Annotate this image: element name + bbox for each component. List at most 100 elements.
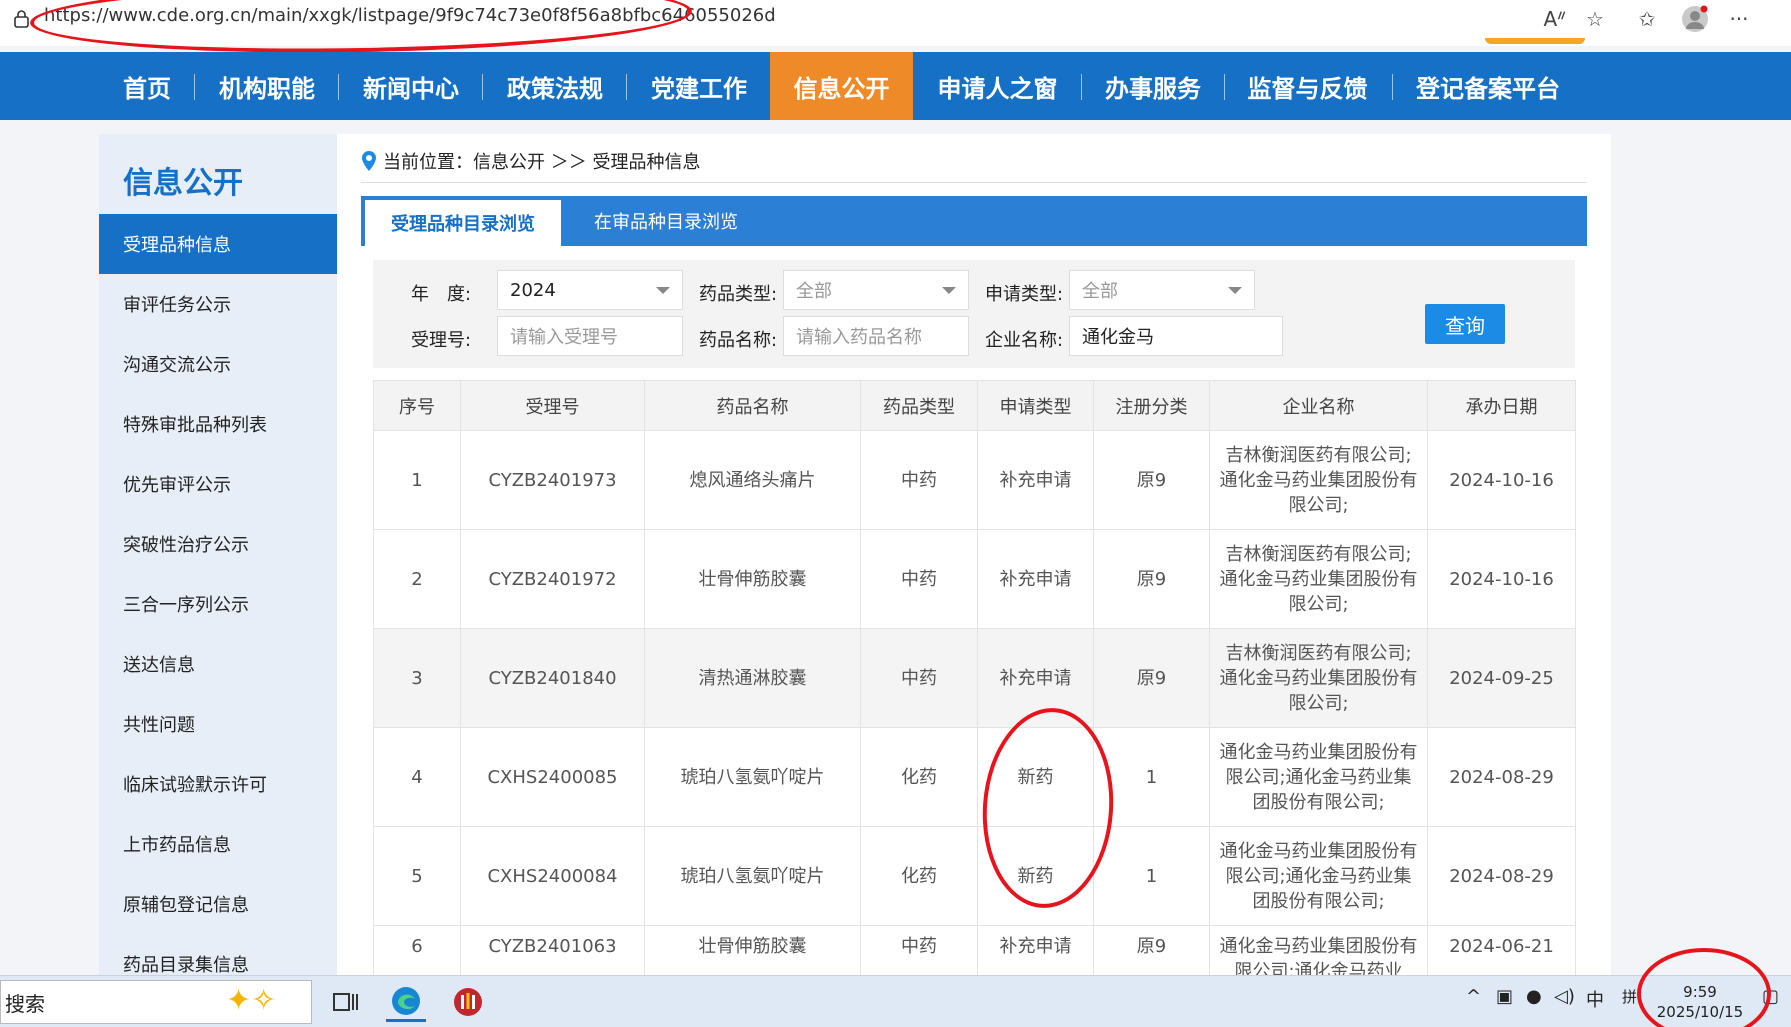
cell-reg-class: 原9	[1093, 430, 1210, 530]
nav-item-registration[interactable]: 登记备案平台	[1398, 52, 1578, 120]
nav-separator	[482, 74, 483, 100]
table-row: 4 CXHS2400085 琥珀八氢氨吖啶片 化药 新药 1 通化金马药业集团股…	[373, 727, 1576, 827]
nav-item-feedback[interactable]: 监督与反馈	[1230, 52, 1385, 120]
cell-date: 2024-10-16	[1427, 430, 1576, 530]
sidebar-item-delivery[interactable]: 送达信息	[99, 634, 337, 694]
tray-app-icon[interactable]: ▣	[1496, 986, 1513, 1007]
col-header-drug-name: 药品名称	[644, 380, 861, 431]
favorite-icon[interactable]: ☆	[1580, 4, 1610, 34]
volume-icon[interactable]: ◁)	[1554, 986, 1575, 1007]
sidebar-item-clinical-trial[interactable]: 临床试验默示许可	[99, 754, 337, 814]
search-button[interactable]: 查询	[1425, 304, 1505, 344]
cell-accept-no: CXHS2400084	[460, 826, 645, 926]
nav-item-party[interactable]: 党建工作	[634, 52, 764, 120]
main-nav: 首页 机构职能 新闻中心 政策法规 党建工作 信息公开 申请人之窗 办事服务 监…	[0, 52, 1791, 120]
cell-drug-type: 化药	[860, 727, 978, 827]
cell-drug-name: 琥珀八氢氨吖啶片	[644, 826, 861, 926]
sidebar-item-marketed-drugs[interactable]: 上市药品信息	[99, 814, 337, 874]
location-pin-icon	[362, 151, 376, 171]
sidebar-item-communication[interactable]: 沟通交流公示	[99, 334, 337, 394]
lock-icon	[14, 10, 29, 28]
tray-chevron-icon[interactable]: ^	[1466, 986, 1481, 1007]
nav-separator	[626, 74, 627, 100]
sidebar-item-excipients[interactable]: 原辅包登记信息	[99, 874, 337, 934]
drug-name-placeholder: 请输入药品名称	[796, 327, 922, 348]
col-header-accept-no: 受理号	[460, 380, 645, 431]
clock-annotation-circle	[1637, 948, 1771, 1027]
sidebar-item-common-issues[interactable]: 共性问题	[99, 694, 337, 754]
drug-type-select-value: 全部	[796, 281, 832, 302]
sidebar-item-special-approval[interactable]: 特殊审批品种列表	[99, 394, 337, 454]
app-icon[interactable]	[448, 982, 488, 1022]
cell-drug-type: 中药	[860, 628, 978, 728]
favorites-bar-icon[interactable]: ✩	[1632, 4, 1662, 34]
drug-type-select[interactable]: 全部	[783, 270, 969, 310]
col-header-index: 序号	[373, 380, 461, 431]
task-view-icon[interactable]	[326, 982, 366, 1022]
table-row: 2 CYZB2401972 壮骨伸筋胶囊 中药 补充申请 原9 吉林衡润医药有限…	[373, 529, 1576, 629]
catalog-tabs: 受理品种目录浏览 在审品种目录浏览	[361, 196, 1587, 246]
sidebar-title: 信息公开	[123, 166, 243, 201]
company-input-value: 通化金马	[1082, 327, 1154, 348]
tab-accepted-catalog[interactable]: 受理品种目录浏览	[365, 200, 561, 246]
sparkle-icon: ✦✧	[226, 983, 277, 1018]
year-select[interactable]: 2024	[497, 270, 683, 310]
content-panel: 当前位置：信息公开 ＞＞ 受理品种信息 受理品种目录浏览 在审品种目录浏览 年 …	[337, 134, 1611, 986]
cell-index: 4	[373, 727, 461, 827]
taskbar: 搜索 ✦✧ ^ ▣ ● ◁) 中 拼 9:59 2025/10/15 ▢	[0, 975, 1791, 1027]
sidebar-item-breakthrough[interactable]: 突破性治疗公示	[99, 514, 337, 574]
accept-no-placeholder: 请输入受理号	[510, 327, 618, 348]
cell-accept-no: CYZB2401973	[460, 430, 645, 530]
browser-toolbar: https://www.cde.org.cn/main/xxgk/listpag…	[0, 0, 1791, 58]
sidebar-item-three-in-one[interactable]: 三合一序列公示	[99, 574, 337, 634]
col-header-company: 企业名称	[1209, 380, 1428, 431]
nav-separator	[1392, 74, 1393, 100]
nav-item-news[interactable]: 新闻中心	[346, 52, 476, 120]
col-header-date: 承办日期	[1427, 380, 1576, 431]
nav-item-home[interactable]: 首页	[108, 52, 186, 120]
cell-accept-no: CYZB2401840	[460, 628, 645, 728]
accept-no-input[interactable]: 请输入受理号	[497, 316, 683, 356]
taskbar-search[interactable]: 搜索 ✦✧	[0, 980, 312, 1024]
breadcrumb-text: 当前位置：信息公开 ＞＞ 受理品种信息	[383, 152, 701, 173]
cell-drug-type: 中药	[860, 529, 978, 629]
nav-item-service[interactable]: 办事服务	[1088, 52, 1218, 120]
ime-mode-indicator[interactable]: 拼	[1622, 986, 1637, 1007]
cell-apply-type: 补充申请	[977, 430, 1094, 530]
table-row: 5 CXHS2400084 琥珀八氢氨吖啶片 化药 新药 1 通化金马药业集团股…	[373, 826, 1576, 926]
year-select-value: 2024	[510, 279, 556, 301]
sidebar-item-review-tasks[interactable]: 审评任务公示	[99, 274, 337, 334]
cell-index: 5	[373, 826, 461, 926]
cell-index: 1	[373, 430, 461, 530]
profile-icon[interactable]	[1680, 4, 1710, 34]
page-tab-indicator	[1485, 38, 1585, 44]
drug-name-input[interactable]: 请输入药品名称	[783, 316, 969, 356]
nav-item-applicant[interactable]: 申请人之窗	[920, 52, 1075, 120]
cell-drug-name: 清热通淋胶囊	[644, 628, 861, 728]
cell-reg-class: 1	[1093, 826, 1210, 926]
sidebar-item-priority[interactable]: 优先审评公示	[99, 454, 337, 514]
read-aloud-icon[interactable]: Aᐥ	[1540, 4, 1570, 34]
cell-date: 2024-10-16	[1427, 529, 1576, 629]
cell-drug-type: 化药	[860, 826, 978, 926]
tray-penguin-icon[interactable]: ●	[1526, 986, 1542, 1007]
company-label: 企业名称:	[985, 330, 1064, 351]
company-input[interactable]: 通化金马	[1069, 316, 1283, 356]
cell-drug-name: 琥珀八氢氨吖啶片	[644, 727, 861, 827]
sidebar-item-accepted[interactable]: 受理品种信息	[99, 214, 337, 274]
cell-index: 3	[373, 628, 461, 728]
more-icon[interactable]: ···	[1724, 4, 1754, 34]
cell-reg-class: 原9	[1093, 628, 1210, 728]
nav-item-policy[interactable]: 政策法规	[490, 52, 620, 120]
apply-type-select[interactable]: 全部	[1069, 270, 1255, 310]
edge-browser-icon[interactable]	[386, 982, 426, 1022]
drug-type-label: 药品类型:	[699, 284, 778, 305]
col-header-apply-type: 申请类型	[977, 380, 1094, 431]
nav-item-info[interactable]: 信息公开	[770, 52, 913, 120]
breadcrumb: 当前位置：信息公开 ＞＞ 受理品种信息	[361, 148, 700, 174]
nav-item-functions[interactable]: 机构职能	[202, 52, 332, 120]
ime-indicator[interactable]: 中	[1586, 986, 1604, 1012]
nav-separator	[194, 74, 195, 100]
tab-in-review-catalog[interactable]: 在审品种目录浏览	[561, 196, 771, 246]
divider	[361, 182, 1587, 183]
